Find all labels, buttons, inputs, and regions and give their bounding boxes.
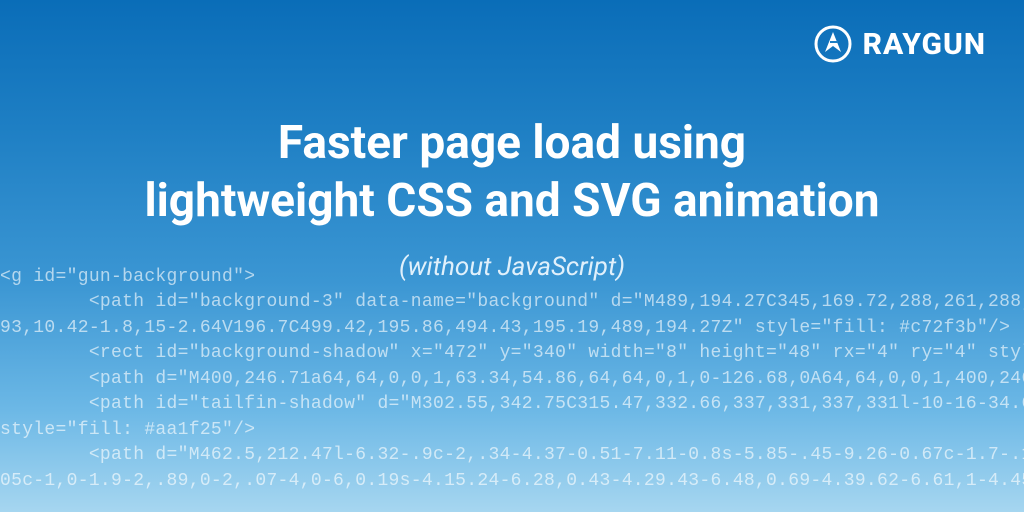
code-line: <path id="background-3" data-name="backg…	[0, 292, 1024, 312]
brand-logo: RAYGUN	[813, 24, 986, 64]
code-line: <path d="M462.5,212.47l-6.32-.9c-2,.34-4…	[0, 445, 1024, 465]
code-line: 05c-1,0-1.9-2,.89,0-2,.07-4,0-6,0.19s-4.…	[0, 471, 1024, 491]
title-line-1: Faster page load using	[60, 115, 964, 173]
brand-name: RAYGUN	[863, 27, 986, 62]
code-line: 93,10.42-1.8,15-2.64V196.7C499.42,195.86…	[0, 318, 1010, 338]
hero-banner: RAYGUN Faster page load using lightweigh…	[0, 0, 1024, 512]
code-line: style="fill: #aa1f25"/>	[0, 420, 255, 440]
code-line: <rect id="background-shadow" x="472" y="…	[0, 343, 1024, 363]
decorative-code: <g id="gun-background"> <path id="backgr…	[0, 239, 1024, 512]
raygun-icon	[813, 24, 853, 64]
code-line: <path id="tailfin-shadow" d="M302.55,342…	[0, 394, 1024, 414]
code-line: <path d="M400,246.71a64,64,0,0,1,63.34,5…	[0, 369, 1024, 389]
title-line-2: lightweight CSS and SVG animation	[60, 173, 964, 231]
code-line: <g id="gun-background">	[0, 267, 255, 287]
